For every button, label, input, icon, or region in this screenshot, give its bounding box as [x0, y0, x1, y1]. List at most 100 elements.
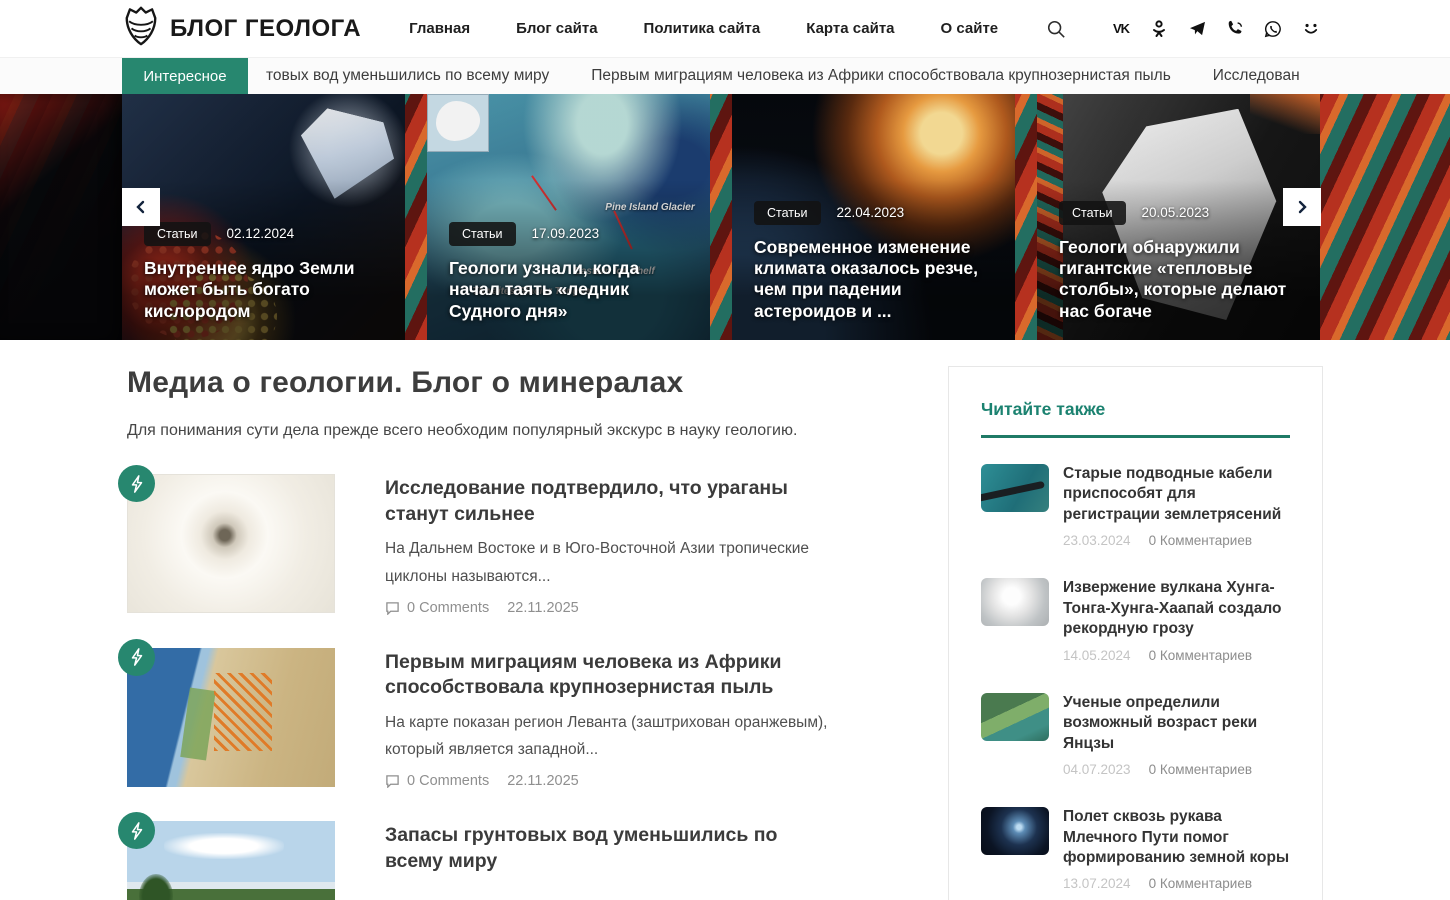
post-excerpt: На карте показан регион Леванта (заштрих…	[385, 714, 828, 759]
slide-date: 02.12.2024	[226, 226, 295, 242]
category-badge[interactable]: Статьи	[754, 200, 821, 225]
flash-badge	[118, 638, 155, 676]
post-date: 22.11.2025	[507, 773, 579, 790]
sidebar-item-meta: 13.07.2024 0 Комментариев	[1063, 876, 1290, 891]
sidebar-item-comments: 0 Комментариев	[1148, 762, 1253, 778]
comments-link[interactable]: 0 Comments	[385, 773, 489, 789]
ticker-items: товых вод уменьшились по всему миру Перв…	[266, 58, 1325, 94]
nav-home[interactable]: Главная	[409, 20, 470, 37]
post-date: 22.11.2025	[507, 599, 579, 616]
carousel-slide-1[interactable]: Статьи 02.12.2024 Внутреннее ядро Земли …	[122, 94, 405, 340]
site-logo[interactable]: БЛОГ ГЕОЛОГА	[122, 5, 361, 52]
whatsapp-icon[interactable]	[1262, 18, 1284, 40]
sidebar-item[interactable]: Старые подводные кабели приспособят для …	[981, 464, 1290, 548]
post-thumbnail[interactable]	[118, 465, 335, 613]
sidebar-item-meta: 04.07.2023 0 Комментариев	[1063, 762, 1290, 777]
sidebar-item-date: 23.03.2024	[1063, 533, 1131, 549]
sidebar-item-comments: 0 Комментариев	[1148, 876, 1253, 892]
sidebar-item-title[interactable]: Ученые определили возможный возраст реки…	[1063, 693, 1290, 754]
post-excerpt: На Дальнем Востоке и в Юго-Восточной Ази…	[385, 540, 809, 585]
post-title[interactable]: Исследование подтвердило, что ураганы ст…	[385, 476, 835, 527]
tree-shape	[139, 874, 174, 900]
carousel-slide-4[interactable]: Статьи 20.05.2023 Геологи обнаружили гиг…	[1037, 94, 1320, 340]
news-ticker: Интересное товых вод уменьшились по всем…	[0, 57, 1450, 94]
slide-caption: Статьи 17.09.2023 Геологи узнали, когда …	[427, 208, 710, 340]
featured-carousel: Статьи 02.12.2024 Внутреннее ядро Земли …	[0, 94, 1450, 340]
post-meta: 0 Comments 22.11.2025	[385, 600, 855, 616]
category-badge[interactable]: Статьи	[1059, 200, 1126, 225]
sidebar-item[interactable]: Ученые определили возможный возраст реки…	[981, 692, 1290, 777]
vk-icon[interactable]: VK	[1110, 18, 1132, 40]
hurricane-image	[127, 474, 335, 613]
viber-icon[interactable]	[1224, 18, 1246, 40]
post-thumbnail[interactable]	[118, 638, 335, 787]
slide-title[interactable]: Геологи обнаружили гигантские «тепловые …	[1059, 237, 1298, 322]
slide-title[interactable]: Геологи узнали, когда начал таять «ледни…	[449, 258, 688, 322]
map-green-area	[180, 687, 216, 761]
carousel-slide-3[interactable]: Статьи 22.04.2023 Современное изменение …	[732, 94, 1015, 340]
slide-date: 20.05.2023	[1141, 205, 1210, 221]
sidebar-item-date: 13.07.2024	[1063, 876, 1131, 892]
sidebar-read-also: Читайте также Старые подводные кабели пр…	[948, 366, 1323, 900]
slide-title[interactable]: Внутреннее ядро Земли может быть богато …	[144, 258, 383, 322]
site-title: БЛОГ ГЕОЛОГА	[170, 14, 362, 42]
carousel-prev-button[interactable]	[122, 188, 160, 226]
post-title[interactable]: Первым миграциям человека из Африки спос…	[385, 650, 835, 701]
gem-logo-icon	[122, 5, 160, 52]
comments-count: 0 Comments	[407, 599, 490, 616]
flash-badge	[118, 465, 155, 502]
sidebar-item-meta: 23.03.2024 0 Комментариев	[1063, 533, 1290, 548]
ticker-label: Интересное	[122, 58, 248, 94]
nav-about[interactable]: О сайте	[941, 20, 999, 37]
sidebar-item-date: 14.05.2024	[1063, 647, 1131, 663]
landscape-image	[127, 821, 335, 900]
post-meta: 0 Comments 22.11.2025	[385, 773, 855, 789]
main-column: Медиа о геологии. Блог о минералах Для п…	[118, 366, 912, 900]
ticker-item[interactable]: товых вод уменьшились по всему миру	[266, 67, 549, 85]
content-area: Медиа о геологии. Блог о минералах Для п…	[118, 340, 1323, 900]
slide-date: 17.09.2023	[531, 226, 600, 242]
nav-blog[interactable]: Блог сайта	[516, 20, 597, 37]
sidebar-item-meta: 14.05.2024 0 Комментариев	[1063, 648, 1290, 663]
sidebar-item-title[interactable]: Старые подводные кабели приспособят для …	[1063, 464, 1290, 525]
telegram-icon[interactable]	[1186, 18, 1208, 40]
sidebar-divider	[981, 435, 1290, 438]
slide-caption: Статьи 02.12.2024 Внутреннее ядро Земли …	[122, 208, 405, 340]
sidebar-item[interactable]: Извержение вулкана Хунга-Тонга-Хунга-Хаа…	[981, 578, 1290, 663]
carousel-edge-slide	[0, 94, 122, 340]
sidebar-item[interactable]: Полет сквозь рукава Млечного Пути помог …	[981, 807, 1290, 891]
ticker-item[interactable]: Исследован	[1213, 67, 1300, 85]
page-title: Медиа о геологии. Блог о минералах	[127, 366, 684, 399]
social-links: VK	[1110, 18, 1322, 40]
comments-link[interactable]: 0 Comments	[385, 600, 489, 616]
odnoklassniki-icon[interactable]	[1148, 18, 1170, 40]
dzen-smile-icon[interactable]	[1300, 18, 1322, 40]
carousel-slide-2[interactable]: Pine Island Glacier Eastern Ice Shelf Th…	[427, 94, 710, 340]
slide-date: 22.04.2023	[836, 205, 905, 221]
main-nav: Главная Блог сайта Политика сайта Карта …	[409, 20, 998, 37]
nav-policy[interactable]: Политика сайта	[644, 20, 761, 37]
post-title[interactable]: Запасы грунтовых вод уменьшились по всем…	[385, 823, 835, 874]
cable-thumb	[981, 464, 1049, 512]
post-thumbnail[interactable]	[118, 812, 335, 900]
space-thumb	[981, 807, 1049, 856]
post-item: Исследование подтвердило, что ураганы ст…	[118, 465, 912, 616]
slide-title[interactable]: Современное изменение климата оказалось …	[754, 237, 993, 322]
post-item: Запасы грунтовых вод уменьшились по всем…	[118, 812, 912, 900]
sidebar-item-title[interactable]: Полет сквозь рукава Млечного Пути помог …	[1063, 807, 1290, 868]
ticker-item[interactable]: Первым миграциям человека из Африки спос…	[591, 67, 1171, 85]
sidebar-item-comments: 0 Комментариев	[1148, 647, 1253, 663]
intro-text: Для понимания сути дела прежде всего нео…	[127, 422, 798, 439]
sidebar-item-title[interactable]: Извержение вулкана Хунга-Тонга-Хунга-Хаа…	[1063, 578, 1290, 639]
carousel-next-button[interactable]	[1283, 188, 1321, 226]
category-badge[interactable]: Статьи	[449, 221, 516, 246]
levant-map-image	[127, 647, 335, 787]
header: БЛОГ ГЕОЛОГА Главная Блог сайта Политика…	[0, 0, 1450, 57]
sidebar-item-comments: 0 Комментариев	[1148, 533, 1253, 549]
search-icon[interactable]	[1046, 19, 1066, 39]
volcano-thumb	[981, 578, 1049, 627]
nav-sitemap[interactable]: Карта сайта	[806, 20, 894, 37]
sidebar-item-date: 04.07.2023	[1063, 762, 1131, 778]
comments-count: 0 Comments	[407, 773, 490, 790]
river-thumb	[981, 692, 1049, 741]
